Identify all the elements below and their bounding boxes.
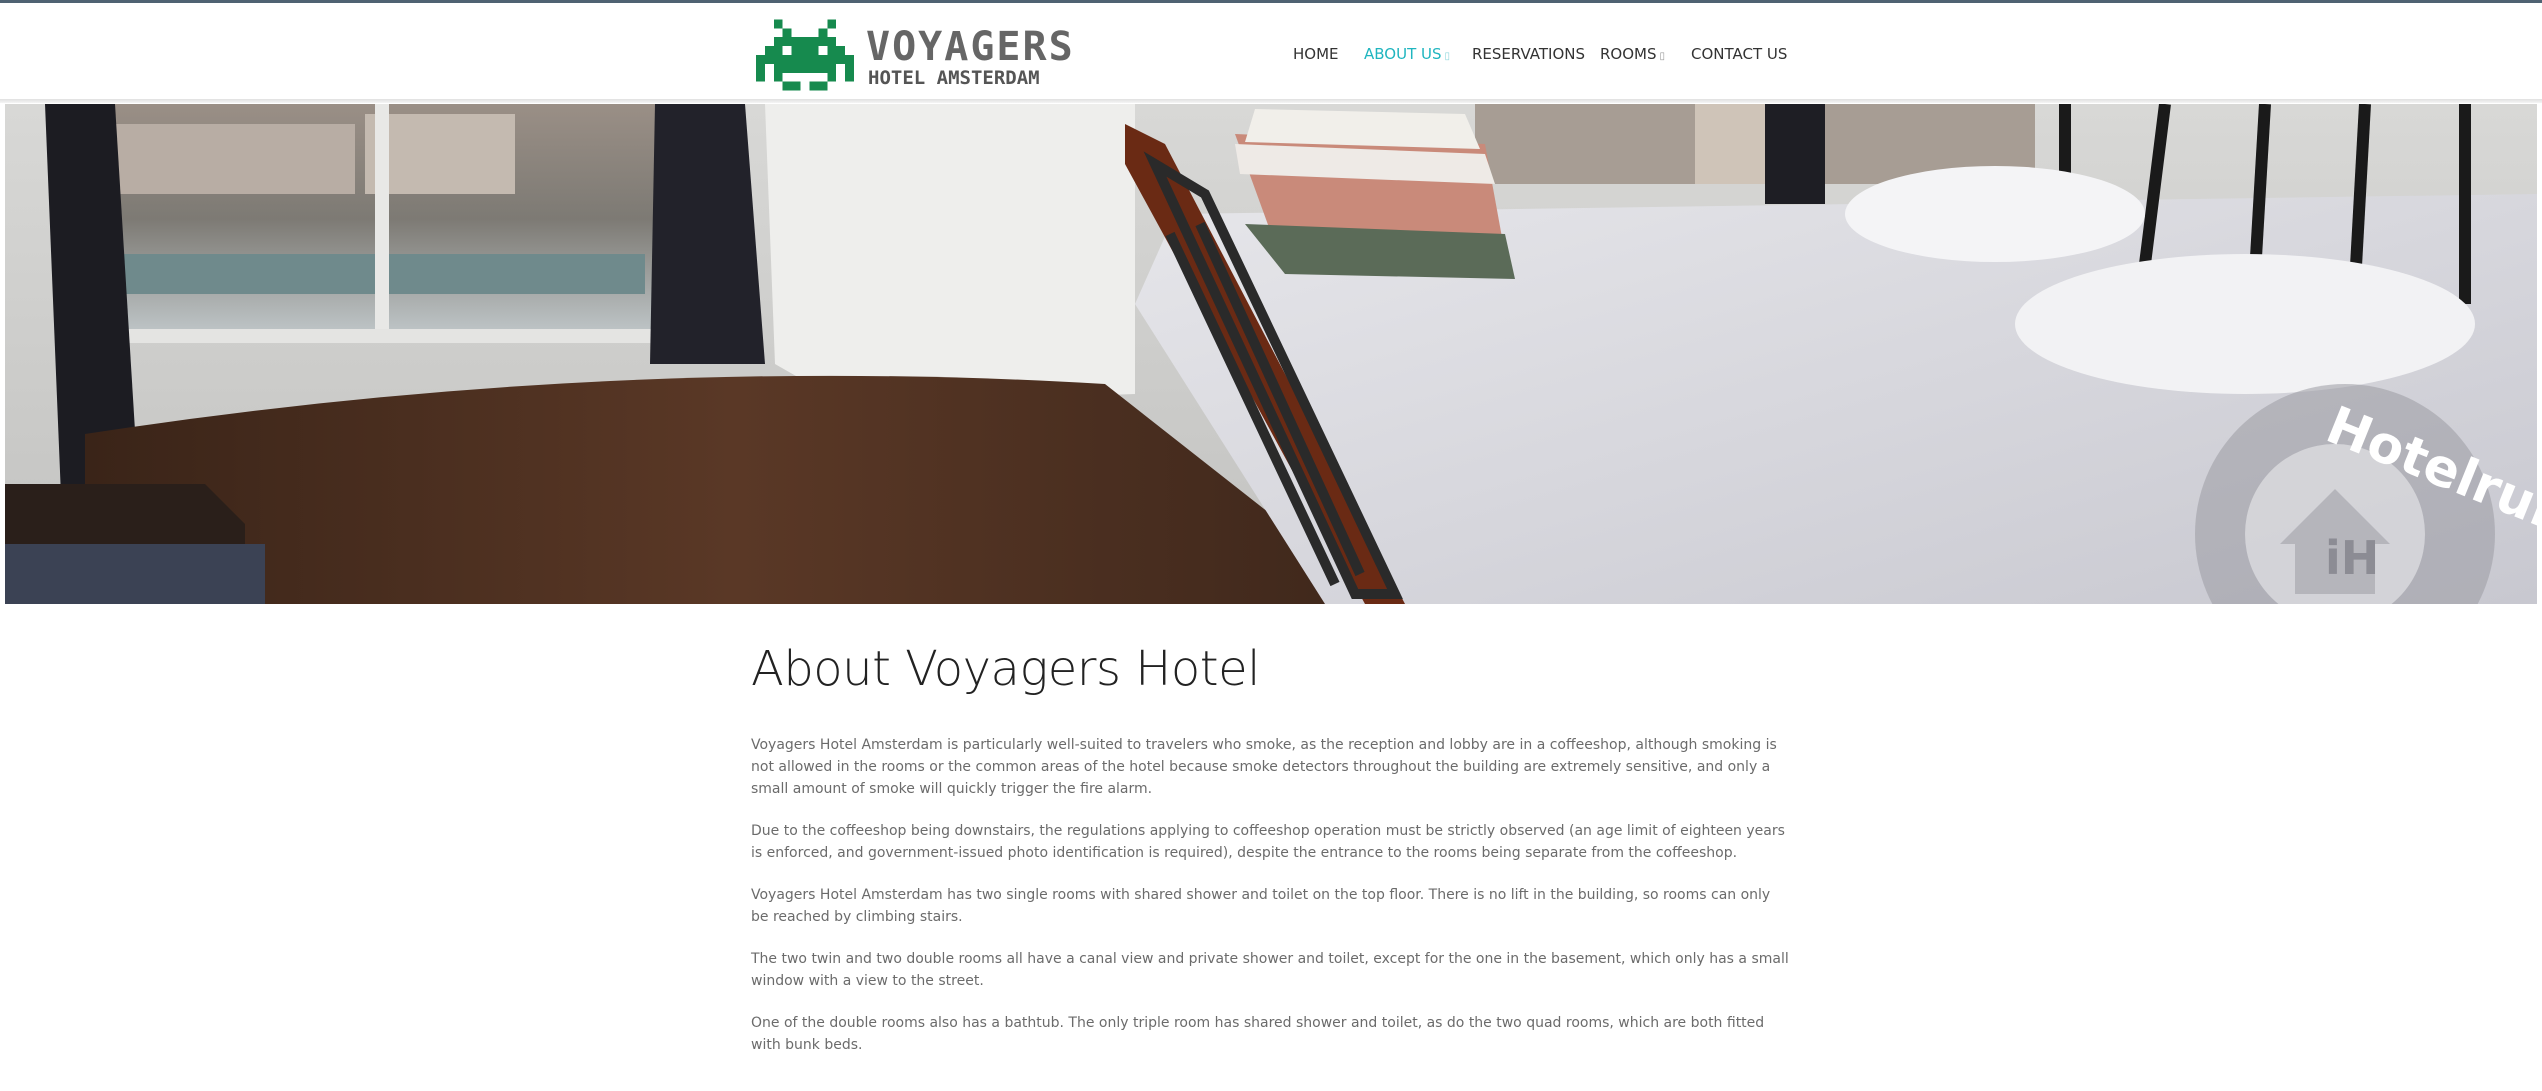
- site-logo[interactable]: VOYAGERS HOTEL AMSTERDAM: [756, 19, 1073, 91]
- hero-image: iH Hotelrun: [5, 104, 2537, 604]
- logo-title: VOYAGERS: [866, 24, 1075, 70]
- header-shadow: [0, 99, 2542, 103]
- paragraph-1: Voyagers Hotel Amsterdam is particularly…: [751, 737, 1777, 797]
- paragraph-3: Voyagers Hotel Amsterdam has two single …: [751, 887, 1771, 925]
- nav-contact-us[interactable]: CONTACT US: [1691, 6, 1787, 102]
- site-header: VOYAGERS HOTEL AMSTERDAM HOME ABOUT US ▯ …: [0, 3, 2542, 102]
- hotel-room-photo: iH Hotelrun: [5, 104, 2537, 604]
- nav-home-label: HOME: [1293, 45, 1339, 63]
- chevron-down-icon: ▯: [1659, 51, 1666, 62]
- paragraph-5: One of the double rooms also has a batht…: [751, 1015, 1765, 1053]
- main-content: About Voyagers Hotel Voyagers Hotel Amst…: [751, 630, 1791, 1076]
- paragraph-2: Due to the coffeeshop being downstairs, …: [751, 823, 1785, 861]
- nav-reservations[interactable]: RESERVATIONS: [1472, 6, 1585, 102]
- svg-text:iH: iH: [2325, 531, 2379, 585]
- paragraph-4: The two twin and two double rooms all ha…: [751, 951, 1789, 989]
- logo-subtitle: HOTEL AMSTERDAM: [868, 67, 1040, 89]
- page-title: About Voyagers Hotel: [751, 641, 1260, 697]
- nav-contact-us-label: CONTACT US: [1691, 45, 1788, 63]
- nav-reservations-label: RESERVATIONS: [1472, 45, 1586, 63]
- nav-home[interactable]: HOME: [1293, 6, 1339, 102]
- nav-about-us[interactable]: ABOUT US ▯: [1364, 6, 1451, 102]
- space-invader-icon: [756, 19, 854, 91]
- chevron-down-icon: ▯: [1444, 51, 1451, 62]
- nav-about-us-label: ABOUT US: [1364, 45, 1442, 63]
- nav-rooms-label: ROOMS: [1600, 45, 1657, 63]
- nav-rooms[interactable]: ROOMS ▯: [1600, 6, 1665, 102]
